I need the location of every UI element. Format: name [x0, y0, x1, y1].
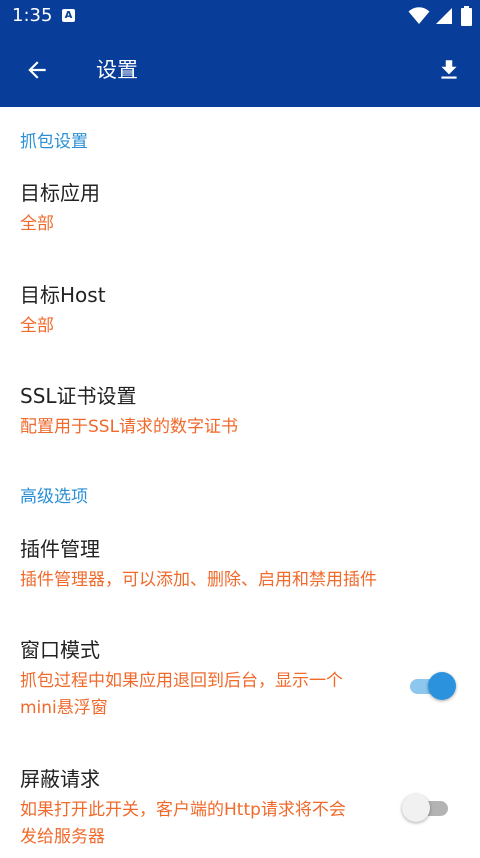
pref-summary-line-1: 抓包过程中如果应用退回到后台，显示一个 — [20, 671, 343, 691]
pref-title: SSL证书设置 — [20, 384, 137, 408]
pref-summary: 配置用于SSL请求的数字证书 — [20, 417, 239, 437]
pref-summary-line-2: 发给服务器 — [20, 827, 105, 847]
pref-window-mode[interactable]: 窗口模式 抓包过程中如果应用退回到后台，显示一个 mini悬浮窗 — [0, 634, 480, 729]
status-bar: 1:35 A — [0, 0, 480, 32]
pref-title: 目标Host — [20, 283, 106, 307]
app-bar: 设置 — [0, 32, 480, 107]
arrow-left-icon[interactable] — [24, 57, 50, 83]
pref-summary-line-1: 如果打开此开关，客户端的Http请求将不会 — [20, 800, 346, 820]
section-header-capture: 抓包设置 — [20, 132, 88, 152]
pref-target-host[interactable]: 目标Host 全部 — [0, 279, 480, 349]
pref-title: 插件管理 — [20, 537, 100, 561]
block-requests-toggle[interactable] — [402, 794, 456, 822]
pref-title: 目标应用 — [20, 181, 100, 205]
toggle-thumb — [402, 794, 430, 822]
wifi-icon — [408, 7, 430, 24]
pref-plugin-manager[interactable]: 插件管理 插件管理器，可以添加、删除、启用和禁用插件 — [0, 533, 480, 603]
notification-a-icon: A — [62, 9, 75, 22]
pref-ssl-certificate[interactable]: SSL证书设置 配置用于SSL请求的数字证书 — [0, 380, 480, 450]
pref-title: 屏蔽请求 — [20, 767, 100, 791]
pref-summary-line-2: mini悬浮窗 — [20, 698, 108, 718]
pref-block-requests[interactable]: 屏蔽请求 如果打开此开关，客户端的Http请求将不会 发给服务器 — [0, 763, 480, 858]
download-icon[interactable] — [436, 56, 462, 84]
window-mode-toggle[interactable] — [402, 672, 456, 700]
pref-target-app[interactable]: 目标应用 全部 — [0, 177, 480, 247]
page-title: 设置 — [96, 58, 138, 82]
battery-icon — [461, 6, 472, 26]
cellular-icon — [436, 8, 452, 24]
toggle-thumb — [428, 672, 456, 700]
section-header-advanced: 高级选项 — [20, 487, 88, 507]
pref-title: 窗口模式 — [20, 638, 100, 662]
pref-summary: 全部 — [20, 214, 54, 234]
pref-summary: 插件管理器，可以添加、删除、启用和禁用插件 — [20, 570, 377, 590]
status-time: 1:35 — [12, 5, 53, 26]
pref-summary: 全部 — [20, 316, 54, 336]
